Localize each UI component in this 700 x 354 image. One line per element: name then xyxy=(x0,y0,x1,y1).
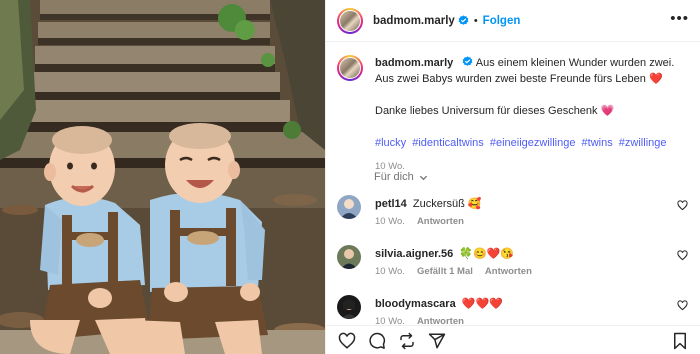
caption-avatar[interactable] xyxy=(337,55,363,81)
share-icon[interactable] xyxy=(428,332,446,350)
red-heart-emoji: ❤️ xyxy=(648,73,663,85)
more-icon[interactable]: ••• xyxy=(670,11,689,26)
post-details-pane: badmom.marly • Folgen ••• badmom.marly A… xyxy=(325,0,700,354)
hashtag-link[interactable]: #zwillinge xyxy=(619,137,667,149)
for-you-label: Für dich xyxy=(374,171,414,183)
hashtag-link[interactable]: #twins xyxy=(582,137,613,149)
comment-meta: 10 Wo. Antworten xyxy=(375,316,464,325)
hashtag-list: #lucky #identicaltwins #eineiigezwilling… xyxy=(375,135,690,151)
twins-photo-illustration xyxy=(0,0,325,354)
heart-icon[interactable] xyxy=(677,200,688,211)
comment-item: bloodymascara ❤️❤️❤️ 10 Wo. Antworten xyxy=(337,295,692,325)
hashtag-link[interactable]: #identicaltwins xyxy=(412,137,484,149)
author-avatar[interactable] xyxy=(337,7,363,34)
reply-button[interactable]: Antworten xyxy=(417,216,464,227)
post-photo[interactable] xyxy=(0,0,325,354)
verified-icon xyxy=(458,15,469,25)
verified-icon xyxy=(462,56,473,66)
comments-scroll-area[interactable]: badmom.marly Aus einem kleinen Wunder wu… xyxy=(326,43,700,325)
comment-like-count[interactable]: Gefällt 1 Mal xyxy=(417,266,473,277)
repost-icon[interactable] xyxy=(398,332,416,350)
comment-meta: 10 Wo. Antworten xyxy=(375,216,464,227)
pink-heart-emoji: 💗 xyxy=(600,105,615,117)
comment-emoji: ❤️❤️❤️ xyxy=(461,298,503,310)
comment-emoji: 🍀😊❤️😘 xyxy=(459,248,515,260)
comment-meta: 10 Wo. Gefällt 1 Mal Antworten xyxy=(375,266,532,277)
chevron-down-icon xyxy=(419,175,427,180)
comment-item: petl14 Zuckersüß 🥰 10 Wo. Antworten xyxy=(337,195,692,235)
comment-age: 10 Wo. xyxy=(375,266,405,277)
post-caption: badmom.marly Aus einem kleinen Wunder wu… xyxy=(337,55,692,175)
comment-emoji: 🥰 xyxy=(467,198,482,210)
reply-button[interactable]: Antworten xyxy=(485,266,532,277)
for-you-toggle[interactable]: Für dich xyxy=(374,171,428,183)
follow-button[interactable]: Folgen xyxy=(483,15,521,27)
comment-avatar[interactable] xyxy=(337,195,361,219)
comment-age: 10 Wo. xyxy=(375,316,405,325)
reply-button[interactable]: Antworten xyxy=(417,316,464,325)
hashtag-link[interactable]: #lucky xyxy=(375,137,406,149)
comment-item: silvia.aigner.56 🍀😊❤️😘 10 Wo. Gefällt 1 … xyxy=(337,245,692,285)
comment-text: Zuckersüß xyxy=(412,198,465,210)
post-action-bar xyxy=(326,325,700,354)
heart-icon[interactable] xyxy=(677,250,688,261)
comment-avatar[interactable] xyxy=(337,245,361,269)
caption-body: badmom.marly Aus einem kleinen Wunder wu… xyxy=(375,55,690,175)
bookmark-icon[interactable] xyxy=(671,332,689,350)
hashtag-link[interactable]: #eineiigezwillinge xyxy=(490,137,576,149)
caption-username[interactable]: badmom.marly xyxy=(375,57,453,69)
comment-icon[interactable] xyxy=(368,332,386,350)
comment-text-row: bloodymascara ❤️❤️❤️ xyxy=(375,297,503,310)
comment-avatar[interactable] xyxy=(337,295,361,319)
comment-username[interactable]: petl14 xyxy=(375,198,407,210)
post-header: badmom.marly • Folgen ••• xyxy=(326,0,700,42)
author-username[interactable]: badmom.marly xyxy=(373,15,455,27)
heart-icon[interactable] xyxy=(677,300,688,311)
comment-text-row: silvia.aigner.56 🍀😊❤️😘 xyxy=(375,247,514,260)
caption-line-2: Danke liebes Universum für dieses Gesche… xyxy=(375,105,598,117)
comment-text-row: petl14 Zuckersüß 🥰 xyxy=(375,197,482,210)
comment-age: 10 Wo. xyxy=(375,216,405,227)
heart-icon[interactable] xyxy=(338,332,356,350)
header-separator: • xyxy=(473,14,478,27)
comment-username[interactable]: bloodymascara xyxy=(375,298,456,310)
comment-username[interactable]: silvia.aigner.56 xyxy=(375,248,453,260)
